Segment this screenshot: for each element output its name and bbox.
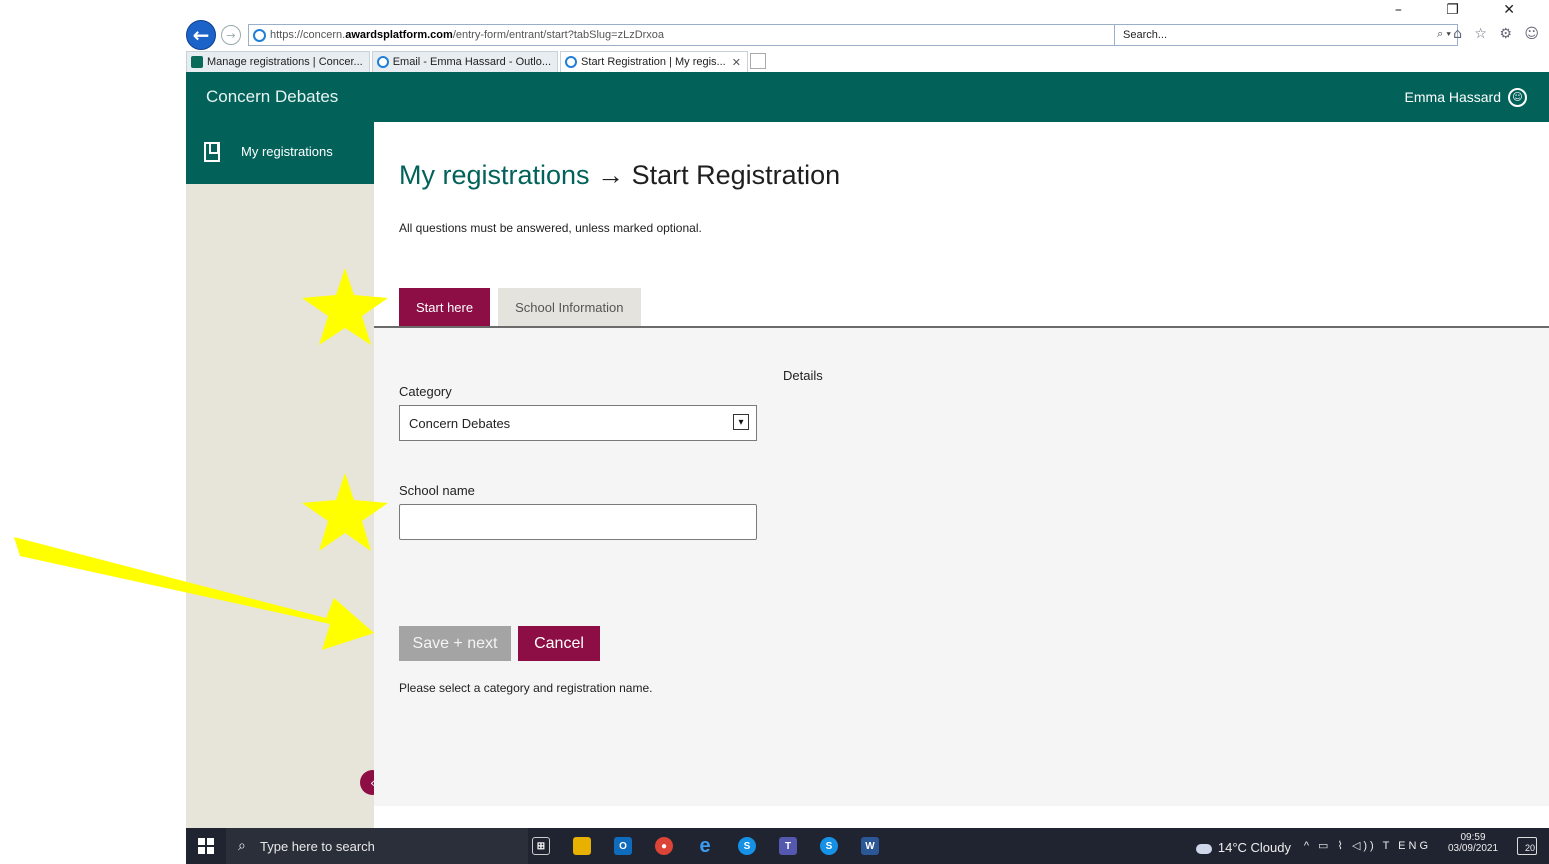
form-area: Details Category Concern Debates ▾ Schoo…: [374, 328, 1549, 806]
browser-tabs: Manage registrations | Concer... Email -…: [186, 51, 766, 72]
window-controls[interactable]: – ❐ ✕: [1395, 2, 1535, 18]
page-title: My registrations → Start Registration: [399, 160, 840, 191]
school-name-label: School name: [399, 483, 475, 498]
browser-tab-email[interactable]: Email - Emma Hassard - Outlo...: [371, 51, 559, 72]
search-icon[interactable]: ⌕ ▾: [1437, 28, 1451, 41]
back-arrow-icon[interactable]: ←: [186, 20, 216, 50]
browser-search-placeholder: Search...: [1123, 29, 1168, 41]
weather-widget[interactable]: 14°C Cloudy: [1195, 840, 1291, 855]
windows-start-icon[interactable]: [198, 838, 214, 854]
main-content: My registrations → Start Registration Al…: [374, 122, 1549, 828]
word-icon[interactable]: W: [861, 837, 879, 855]
tab-start-here[interactable]: Start here: [399, 288, 491, 327]
taskbar-search-input[interactable]: ⌕ Type here to search: [226, 828, 528, 864]
browser-tab-manage-registrations[interactable]: Manage registrations | Concer...: [186, 51, 370, 72]
browser-tab-label: Email - Emma Hassard - Outlo...: [392, 56, 552, 68]
intro-text: All questions must be answered, unless m…: [399, 221, 702, 235]
sidebar-item-my-registrations[interactable]: My registrations: [186, 122, 374, 184]
form-tabs: Start here School Information: [399, 288, 649, 327]
screen: ← → https://concern. awardsplatform.com/e…: [0, 0, 1549, 864]
internet-explorer-icon[interactable]: e: [696, 835, 714, 857]
user-avatar-icon[interactable]: ☺: [1508, 88, 1527, 107]
cancel-button[interactable]: Cancel: [518, 626, 600, 661]
ie-icon: [253, 28, 266, 42]
ie-icon: [376, 56, 389, 68]
outlook-icon[interactable]: O: [614, 837, 632, 855]
breadcrumb-my-registrations[interactable]: My registrations: [399, 160, 590, 190]
tray-icons[interactable]: ^ ▭ ⌇ ◁)) T ENG: [1304, 839, 1431, 852]
clock-time: 09:59: [1460, 832, 1486, 843]
school-name-input[interactable]: [399, 504, 757, 540]
category-label: Category: [399, 384, 452, 399]
url-domain: awardsplatform.com: [345, 29, 453, 41]
file-explorer-icon[interactable]: [573, 837, 591, 855]
clock[interactable]: 09:59 03/09/2021: [1443, 832, 1503, 854]
toolbar-icons[interactable]: ⌂ ☆ ⚙ ☺: [1453, 26, 1543, 42]
new-tab-button[interactable]: [749, 53, 766, 69]
breadcrumb-arrow: →: [589, 160, 632, 190]
close-tab-icon[interactable]: ✕: [732, 56, 741, 69]
sidebar: My registrations ‹: [186, 122, 385, 828]
chevron-down-icon[interactable]: ▾: [733, 414, 749, 430]
save-next-button[interactable]: Save + next: [399, 626, 511, 661]
category-selected-value: Concern Debates: [409, 416, 511, 431]
tab-school-information[interactable]: School Information: [498, 288, 641, 327]
bookmark-icon: [204, 142, 220, 162]
url-prefix: https://concern.: [270, 29, 346, 41]
user-name[interactable]: Emma Hassard: [1405, 89, 1501, 105]
browser-tab-label: Start Registration | My regis...: [581, 56, 726, 68]
category-select[interactable]: Concern Debates ▾: [399, 405, 757, 441]
app-title[interactable]: Concern Debates: [206, 87, 338, 107]
details-label: Details: [783, 368, 823, 383]
browser-tab-start-registration[interactable]: Start Registration | My regis... ✕: [560, 51, 748, 72]
skype-icon[interactable]: S: [738, 837, 756, 855]
validation-hint: Please select a category and registratio…: [399, 681, 653, 695]
teams-icon[interactable]: T: [779, 837, 797, 855]
cloud-icon: [1195, 843, 1212, 854]
notification-icon[interactable]: 20: [1517, 837, 1537, 855]
taskbar-search-placeholder: Type here to search: [260, 839, 375, 854]
clock-date: 03/09/2021: [1447, 843, 1499, 854]
skype-business-icon[interactable]: S: [820, 837, 838, 855]
task-view-icon[interactable]: ⊞: [532, 837, 550, 855]
forward-arrow-icon[interactable]: →: [221, 25, 241, 45]
browser-search-input[interactable]: Search... ⌕ ▾: [1114, 24, 1458, 46]
browser-chrome: ← → https://concern. awardsplatform.com/e…: [186, 0, 1549, 72]
url-path: /entry-form/entrant/start?tabSlug=zLzDrx…: [452, 29, 665, 41]
weather-text: 14°C Cloudy: [1217, 840, 1291, 855]
page-title-text: Start Registration: [631, 160, 841, 190]
taskbar: ⌕ Type here to search ⊞ O ● e S T S W 14…: [186, 828, 1549, 864]
app-header: Concern Debates Emma Hassard ☺: [186, 72, 1549, 122]
concern-icon: [191, 56, 203, 68]
browser-tab-label: Manage registrations | Concer...: [207, 56, 363, 68]
search-icon: ⌕: [238, 837, 246, 853]
ie-icon: [565, 56, 578, 68]
sidebar-item-label: My registrations: [241, 144, 333, 159]
chrome-icon[interactable]: ●: [655, 837, 673, 855]
